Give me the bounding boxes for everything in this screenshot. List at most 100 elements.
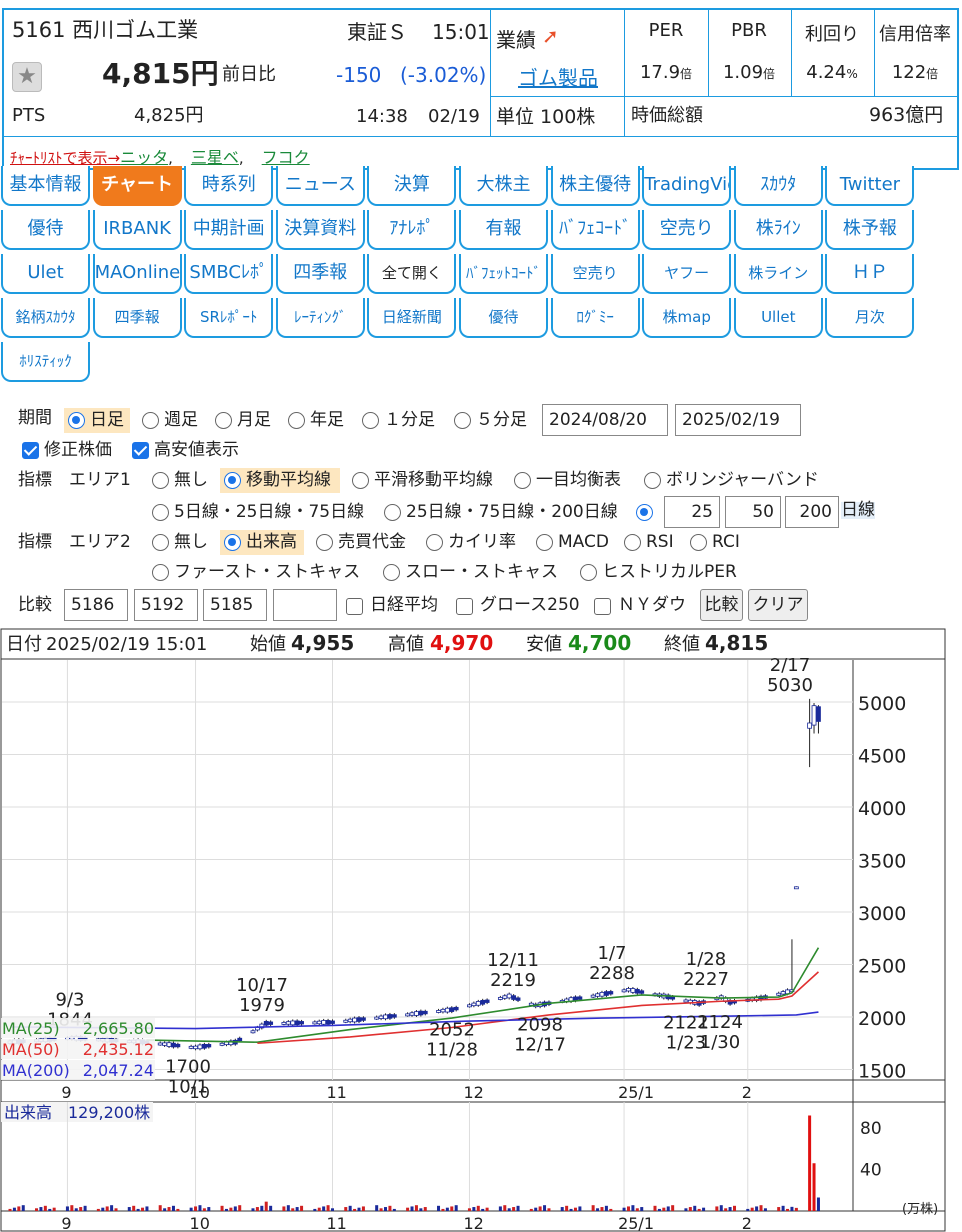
radio-option[interactable]: [362, 412, 379, 429]
nav-tab[interactable]: 銘柄ｽｶｳﾀ: [1, 298, 90, 338]
radio-option[interactable]: [68, 412, 85, 429]
nav-tab[interactable]: 株ﾗｲﾝ: [733, 210, 823, 250]
candle-body: [440, 1008, 446, 1013]
volume-bar: [8, 1208, 12, 1211]
ma-period-input[interactable]: 25: [664, 496, 720, 528]
radio-option[interactable]: [142, 412, 159, 429]
candle-body: [330, 1020, 335, 1024]
nav-tab[interactable]: Twitter: [825, 166, 915, 206]
nav-tab[interactable]: 空売り: [550, 254, 640, 294]
nav-tab[interactable]: 株map: [642, 298, 732, 338]
nav-tab[interactable]: ｱﾅﾚﾎﾟ: [367, 210, 457, 250]
radio-option[interactable]: [644, 472, 661, 489]
nav-tab[interactable]: 大株主: [459, 166, 548, 206]
nav-tab[interactable]: SRﾚﾎﾟｰﾄ: [184, 298, 274, 338]
nav-tab[interactable]: ﾊﾞﾌｪｯﾄｺｰﾄﾞ: [459, 254, 548, 294]
nav-tab[interactable]: 優待: [459, 298, 548, 338]
radio-option[interactable]: [224, 534, 241, 551]
nav-tab[interactable]: ﾊﾞﾌｪｺｰﾄﾞ: [550, 210, 640, 250]
radio-option[interactable]: [384, 504, 401, 521]
compare-code-input[interactable]: [273, 589, 337, 621]
volume-bar: [671, 1205, 675, 1211]
radio-option[interactable]: [152, 534, 169, 551]
nav-tab[interactable]: ニュース: [275, 166, 365, 206]
nav-tab[interactable]: 決算: [367, 166, 457, 206]
radio-option[interactable]: [690, 534, 707, 551]
radio-option[interactable]: [580, 564, 597, 581]
compare-button[interactable]: 比較: [700, 589, 743, 621]
nav-tab[interactable]: IRBANK: [92, 210, 182, 250]
radio-label: 月足: [237, 410, 271, 430]
compare-checkbox[interactable]: [594, 598, 611, 615]
chartlist-link[interactable]: ニッタ: [120, 148, 168, 167]
nav-tab[interactable]: 有報: [459, 210, 548, 250]
radio-option[interactable]: [514, 472, 531, 489]
nav-tab[interactable]: 中期計画: [184, 210, 274, 250]
nav-tab[interactable]: 四季報: [92, 298, 182, 338]
compare-code-input[interactable]: 5186: [64, 589, 128, 621]
nav-tab[interactable]: Ullet: [733, 298, 823, 338]
radio-option[interactable]: [454, 412, 471, 429]
volume-bar: [600, 1207, 604, 1211]
gyoseki-label[interactable]: 業績: [496, 30, 536, 50]
ma-period-input[interactable]: 50: [725, 496, 781, 528]
chartlist-label[interactable]: ﾁｬｰﾄﾘｽﾄで表示→: [10, 149, 120, 167]
nav-tab[interactable]: ｽｶｳﾀ: [733, 166, 823, 206]
annotation-value: 1700: [165, 1057, 211, 1078]
nav-tab[interactable]: 全て開く: [367, 254, 457, 294]
compare-checkbox[interactable]: [456, 598, 473, 615]
radio-option[interactable]: [288, 412, 305, 429]
nav-tab[interactable]: ヤフー: [642, 254, 732, 294]
nav-tab[interactable]: Ulet: [1, 254, 90, 294]
annotation-date: 9/3: [56, 989, 85, 1010]
chartlist-link[interactable]: フコク: [262, 148, 310, 167]
compare-code-input[interactable]: 5192: [134, 589, 198, 621]
ma-period-input[interactable]: 200: [785, 496, 839, 528]
radio-option[interactable]: [426, 534, 443, 551]
radio-option[interactable]: [352, 472, 369, 489]
clear-button[interactable]: クリア: [748, 589, 808, 621]
adjusted-checkbox[interactable]: [22, 442, 39, 459]
nav-tab[interactable]: 決算資料: [275, 210, 365, 250]
volume-bar: [591, 1205, 595, 1211]
nav-tab[interactable]: 日経新聞: [367, 298, 457, 338]
chartlist-link[interactable]: 三星ベ: [191, 148, 239, 167]
radio-option[interactable]: [215, 412, 232, 429]
radio-option[interactable]: [636, 504, 653, 521]
nav-tab[interactable]: SMBCﾚﾎﾟ: [184, 254, 274, 294]
nav-tab[interactable]: MAOnline: [92, 254, 182, 294]
radio-option[interactable]: [152, 472, 169, 489]
sector-link[interactable]: ゴム製品: [518, 68, 598, 88]
compare-checkbox[interactable]: [346, 598, 363, 615]
nav-tab[interactable]: チャート: [92, 166, 182, 206]
radio-option[interactable]: [152, 564, 169, 581]
date-from-input[interactable]: 2024/08/20: [542, 404, 668, 436]
nav-tab[interactable]: ﾛｸﾞﾐｰ: [550, 298, 640, 338]
nav-tab[interactable]: ＨＰ: [825, 254, 915, 294]
nav-tab[interactable]: 四季報: [275, 254, 365, 294]
nav-tab[interactable]: 株ライン: [733, 254, 823, 294]
compare-code-input[interactable]: 5185: [203, 589, 267, 621]
nav-tab[interactable]: TradingVie: [642, 166, 732, 206]
radio-option[interactable]: [536, 534, 553, 551]
radio-label: 移動平均線: [246, 470, 331, 490]
radio-option[interactable]: [224, 472, 241, 489]
nav-tab[interactable]: 時系列: [184, 166, 274, 206]
nav-tab[interactable]: 優待: [1, 210, 90, 250]
nav-tab[interactable]: 株主優待: [550, 166, 640, 206]
hilo-checkbox[interactable]: [132, 442, 149, 459]
nav-tab[interactable]: ﾎﾘｽﾃｨｯｸ: [1, 342, 90, 382]
radio-option[interactable]: [316, 534, 333, 551]
radio-option[interactable]: [624, 534, 641, 551]
radio-option[interactable]: [152, 504, 169, 521]
nav-tab[interactable]: 株予報: [825, 210, 915, 250]
favorite-star-icon[interactable]: ★: [12, 62, 42, 92]
radio-option[interactable]: [383, 564, 400, 581]
nav-tab[interactable]: 空売り: [642, 210, 732, 250]
nav-tab[interactable]: 基本情報: [1, 166, 90, 206]
annotation-date: 10/17: [236, 975, 288, 996]
nav-tab[interactable]: 月次: [825, 298, 915, 338]
volume-bar: [12, 1207, 16, 1211]
date-to-input[interactable]: 2025/02/19: [675, 404, 801, 436]
nav-tab[interactable]: ﾚｰﾃｨﾝｸﾞ: [275, 298, 365, 338]
